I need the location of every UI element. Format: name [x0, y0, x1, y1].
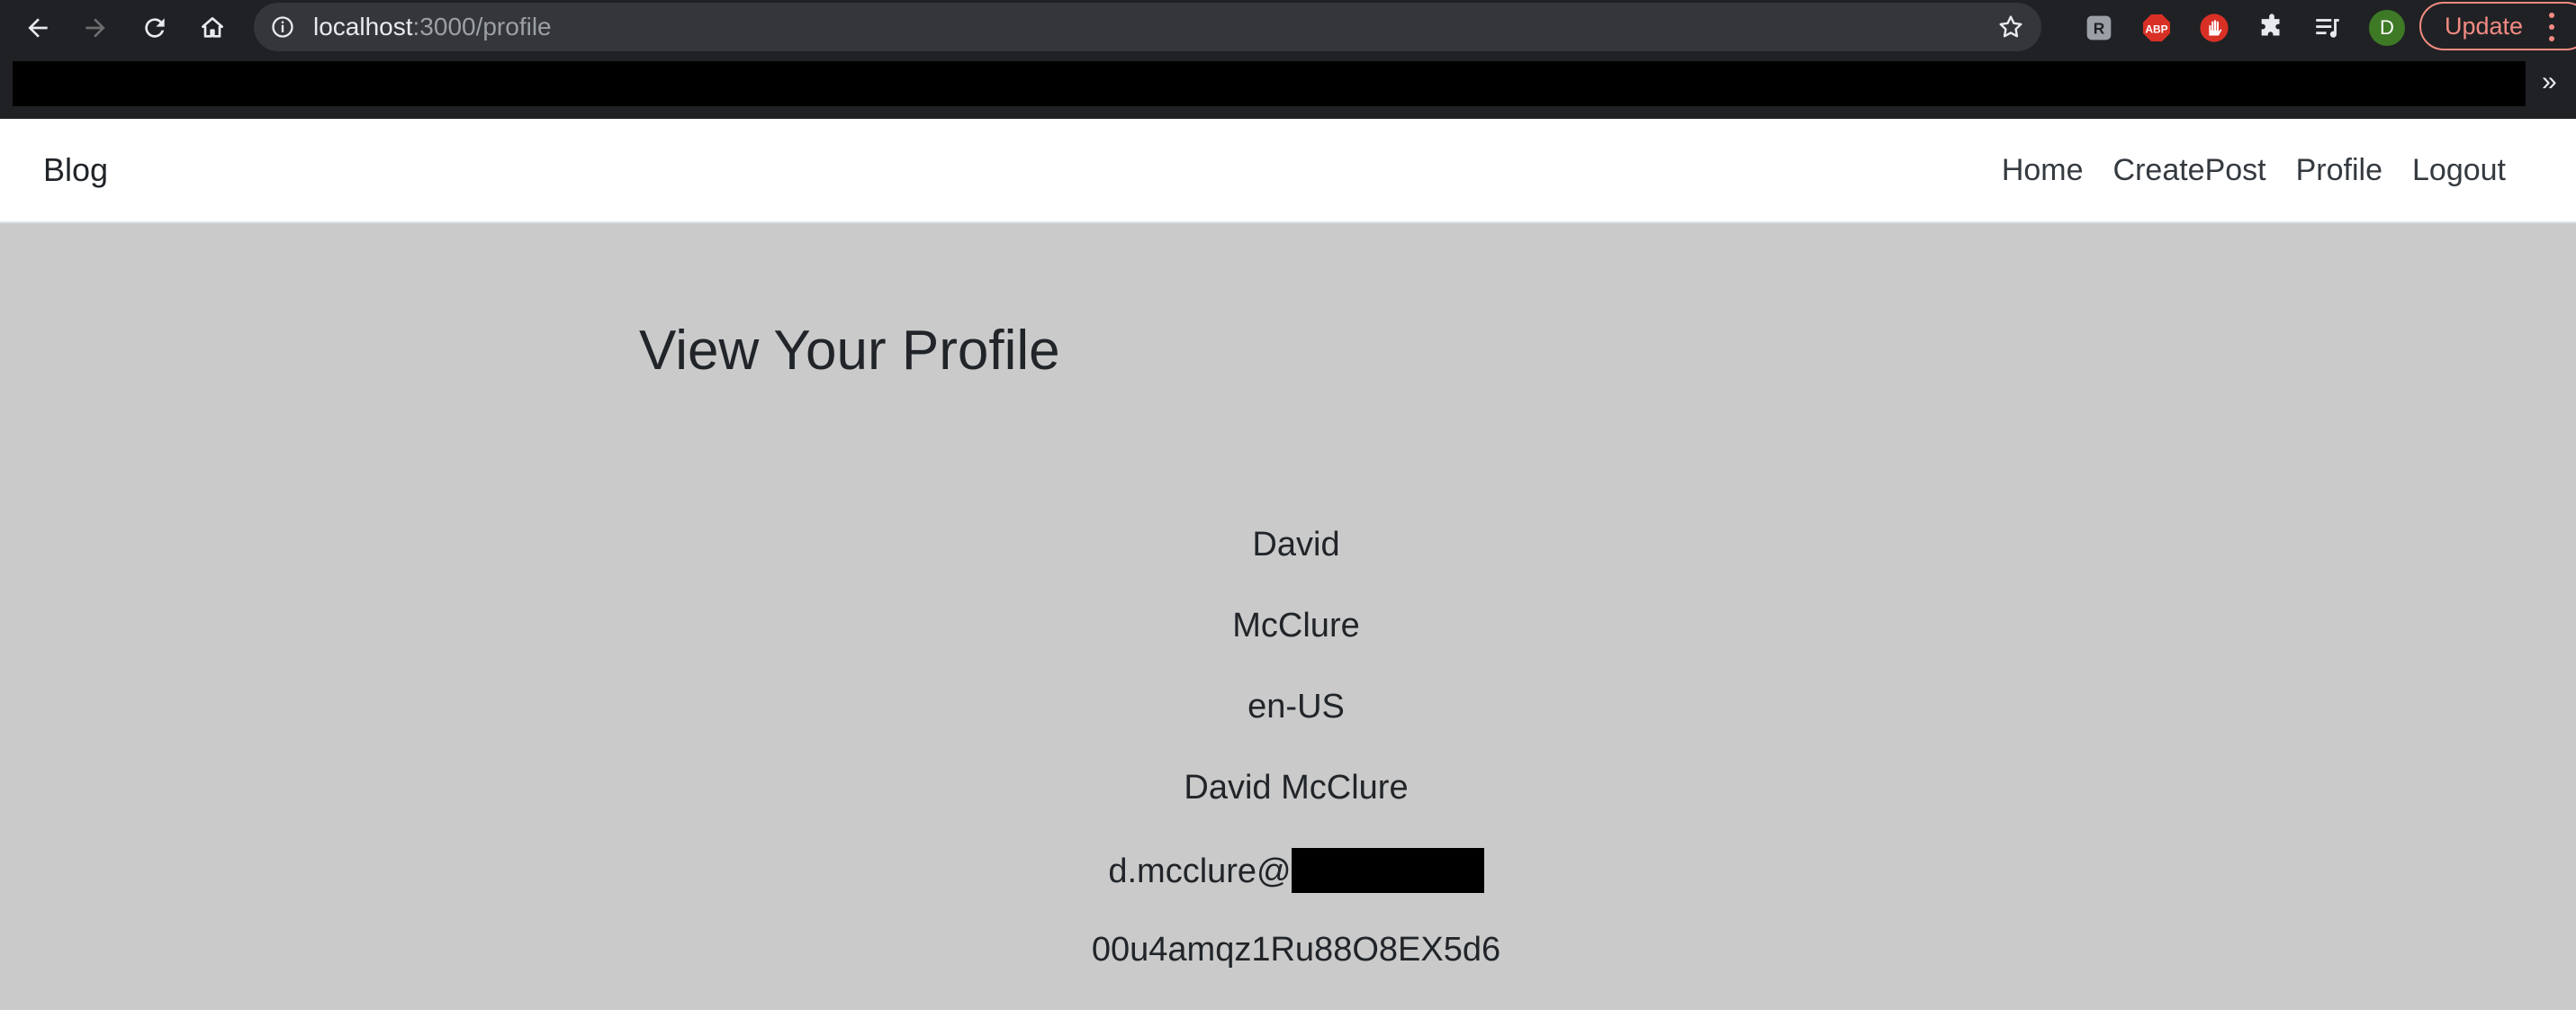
- adblock-icon[interactable]: ABP: [2140, 12, 2173, 44]
- email-text: d.mcclure@: [1108, 852, 1292, 890]
- brand-link[interactable]: Blog: [43, 151, 108, 189]
- nav-links: Home CreatePost Profile Logout: [2002, 151, 2506, 189]
- full-name: David McClure: [1184, 769, 1409, 807]
- url-path: :3000/profile: [412, 13, 552, 41]
- given-name: David: [1252, 526, 1340, 564]
- nav-link-createpost[interactable]: CreatePost: [2113, 151, 2266, 189]
- email-redaction: [1291, 848, 1484, 893]
- bookmarks-overflow-icon[interactable]: »: [2542, 68, 2557, 95]
- nav-link-profile[interactable]: Profile: [2296, 151, 2382, 189]
- svg-text:ABP: ABP: [2145, 23, 2167, 35]
- site-navbar: Blog Home CreatePost Profile Logout: [0, 119, 2576, 223]
- info-icon[interactable]: [270, 14, 295, 40]
- nav-link-logout[interactable]: Logout: [2412, 151, 2506, 189]
- url-text: localhost:3000/profile: [313, 14, 552, 40]
- locale: en-US: [1247, 688, 1345, 726]
- extension-icon[interactable]: R: [2083, 12, 2115, 44]
- user-id: 00u4amqz1Ru88O8EX5d6: [1091, 931, 1501, 969]
- puzzle-icon[interactable]: [2256, 12, 2288, 44]
- url-host: localhost: [313, 13, 413, 41]
- reload-icon[interactable]: [137, 10, 173, 46]
- profile-avatar[interactable]: D: [2369, 10, 2405, 46]
- back-icon[interactable]: [20, 10, 56, 46]
- svg-text:R: R: [2094, 20, 2105, 38]
- update-label: Update: [2445, 12, 2524, 40]
- profile-fields: David McClure en-US David McClure d.mccl…: [0, 524, 2576, 1010]
- address-bar[interactable]: localhost:3000/profile: [254, 3, 2041, 51]
- family-name: McClure: [1232, 607, 1360, 645]
- hand-icon[interactable]: [2198, 12, 2230, 44]
- bookmarks-redaction: [13, 61, 2526, 106]
- page-title: View Your Profile: [639, 320, 1060, 382]
- star-icon[interactable]: [1996, 13, 2025, 41]
- browser-toolbar: localhost:3000/profile R ABP D Update: [0, 0, 2576, 56]
- media-queue-icon[interactable]: [2311, 12, 2344, 44]
- home-icon[interactable]: [194, 10, 230, 46]
- menu-dots-icon[interactable]: [2547, 13, 2556, 41]
- nav-link-home[interactable]: Home: [2002, 151, 2084, 189]
- email: d.mcclure@: [0, 848, 2576, 929]
- forward-icon[interactable]: [77, 10, 113, 46]
- bookmarks-bar: »: [0, 56, 2576, 119]
